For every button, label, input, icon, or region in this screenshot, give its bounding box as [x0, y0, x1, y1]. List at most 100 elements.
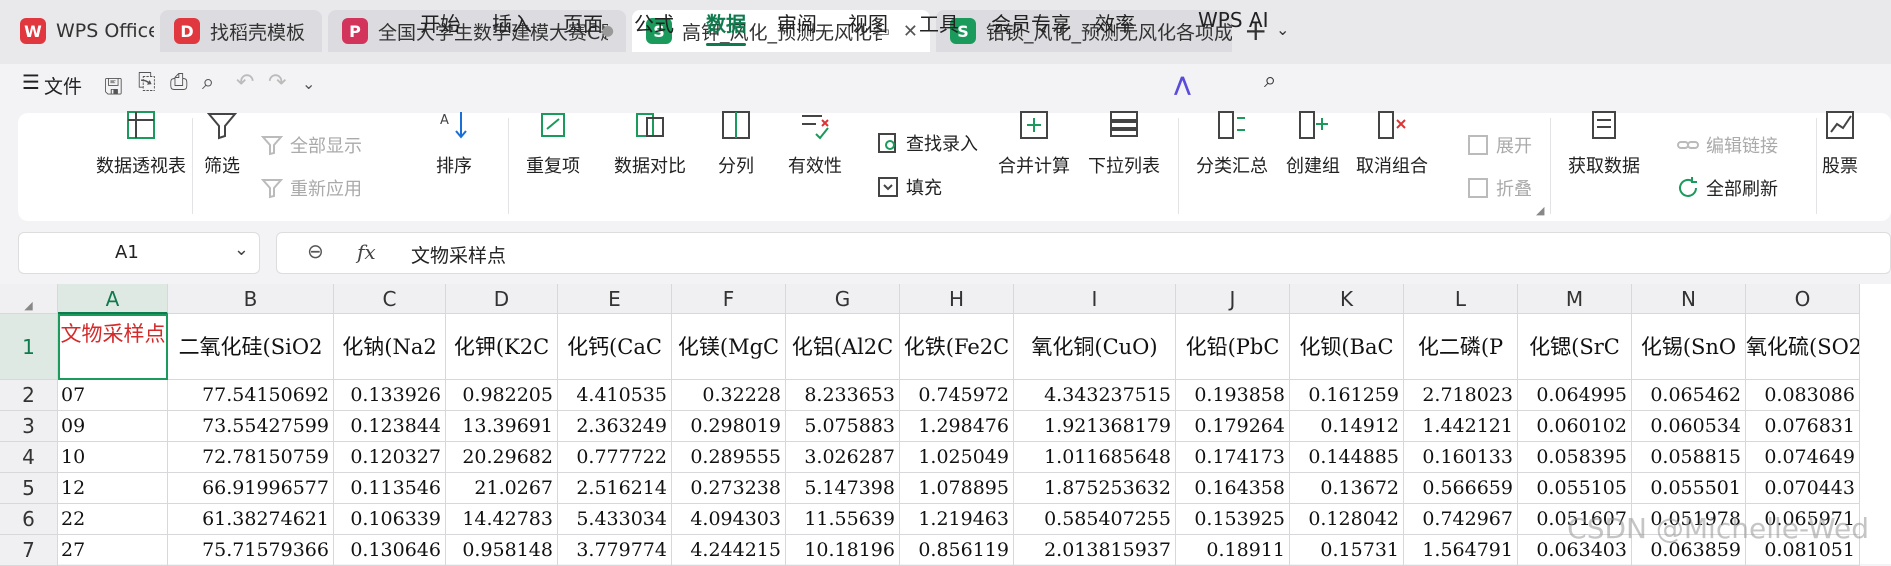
chevron-down-icon[interactable]: ⌄: [234, 239, 249, 260]
column-header-i[interactable]: I: [1014, 284, 1176, 314]
table-cell[interactable]: 2.013815937: [1014, 535, 1176, 566]
table-cell[interactable]: 72.78150759: [168, 442, 334, 473]
table-cell[interactable]: 0.064995: [1518, 380, 1632, 411]
table-cell[interactable]: 0.32228: [672, 380, 786, 411]
table-cell[interactable]: 0.055501: [1632, 473, 1746, 504]
ribbon-expand-corner-icon[interactable]: ◢: [1536, 204, 1544, 217]
table-cell[interactable]: 0.123844: [334, 411, 446, 442]
subtotal-button[interactable]: 分类汇总: [1196, 108, 1268, 178]
column-header-e[interactable]: E: [558, 284, 672, 314]
table-cell[interactable]: 0.161259: [1290, 380, 1404, 411]
table-cell[interactable]: 0.133926: [334, 380, 446, 411]
fx-icon[interactable]: fx: [357, 240, 376, 264]
table-cell[interactable]: 5.433034: [558, 504, 672, 535]
column-header-n[interactable]: N: [1632, 284, 1746, 314]
table-cell[interactable]: 0.074649: [1746, 442, 1860, 473]
header-cell[interactable]: 化锶(SrC: [1518, 314, 1632, 380]
header-cell[interactable]: 化钙(CaC: [558, 314, 672, 380]
lookup-entry-button[interactable]: 查找录入: [876, 130, 978, 156]
row-header-1[interactable]: 1: [0, 314, 58, 380]
close-tab-icon[interactable]: ✕: [903, 21, 918, 42]
table-cell[interactable]: 0.745972: [900, 380, 1014, 411]
table-cell[interactable]: 1.078895: [900, 473, 1014, 504]
table-cell[interactable]: 11.55639: [786, 504, 900, 535]
name-box[interactable]: A1 ⌄: [18, 232, 260, 274]
table-cell[interactable]: 2.516214: [558, 473, 672, 504]
refresh-all-button[interactable]: 全部刷新: [1676, 175, 1778, 201]
table-cell[interactable]: 0.289555: [672, 442, 786, 473]
column-header-g[interactable]: G: [786, 284, 900, 314]
search-icon[interactable]: ⌕: [1264, 68, 1276, 93]
get-data-button[interactable]: 获取数据: [1568, 108, 1640, 178]
table-cell[interactable]: 1.298476: [900, 411, 1014, 442]
formula-input[interactable]: ⊖ fx 文物采样点: [276, 232, 1891, 274]
table-cell[interactable]: 0.130646: [334, 535, 446, 566]
expand-button[interactable]: 展开: [1466, 132, 1532, 158]
table-cell[interactable]: 10.18196: [786, 535, 900, 566]
table-cell[interactable]: 0.193858: [1176, 380, 1290, 411]
menu-start[interactable]: 开始: [420, 8, 460, 37]
header-cell[interactable]: 二氧化硅(SiO2: [168, 314, 334, 380]
row-header-7[interactable]: 7: [0, 535, 58, 566]
table-cell[interactable]: 10: [58, 442, 168, 473]
print-preview-icon[interactable]: ⌕: [202, 70, 214, 95]
zoom-search-icon[interactable]: ⊖: [307, 239, 324, 263]
table-cell[interactable]: 0.058815: [1632, 442, 1746, 473]
save-icon[interactable]: 🖫: [104, 70, 123, 108]
table-cell[interactable]: 1.875253632: [1014, 473, 1176, 504]
menu-member[interactable]: 会员专享: [991, 8, 1071, 37]
column-header-d[interactable]: D: [446, 284, 558, 314]
more-chevron-icon[interactable]: ⌄: [302, 74, 315, 93]
table-cell[interactable]: 0.144885: [1290, 442, 1404, 473]
row-header-6[interactable]: 6: [0, 504, 58, 535]
tab-second-sheet[interactable]: S 铅钡_风化_预测无风化各项成分CLR逆: [936, 10, 1232, 52]
table-cell[interactable]: 13.39691: [446, 411, 558, 442]
header-cell[interactable]: 化钡(BaC: [1290, 314, 1404, 380]
dropdown-list-button[interactable]: 下拉列表: [1088, 108, 1160, 178]
table-cell[interactable]: 5.147398: [786, 473, 900, 504]
column-header-b[interactable]: B: [168, 284, 334, 314]
table-cell[interactable]: 4.410535: [558, 380, 672, 411]
table-cell[interactable]: 0.058395: [1518, 442, 1632, 473]
menu-wps-ai[interactable]: WPS AI: [1198, 8, 1268, 32]
table-cell[interactable]: 1.011685648: [1014, 442, 1176, 473]
table-cell[interactable]: 0.856119: [900, 535, 1014, 566]
header-cell[interactable]: 化镁(MgC: [672, 314, 786, 380]
row-header-5[interactable]: 5: [0, 473, 58, 504]
header-cell[interactable]: 化钠(Na2: [334, 314, 446, 380]
table-cell[interactable]: 0.153925: [1176, 504, 1290, 535]
table-cell[interactable]: 0.15731: [1290, 535, 1404, 566]
table-cell[interactable]: 0.055105: [1518, 473, 1632, 504]
table-cell[interactable]: 0.14912: [1290, 411, 1404, 442]
table-cell[interactable]: 1.025049: [900, 442, 1014, 473]
table-cell[interactable]: 2.363249: [558, 411, 672, 442]
table-cell[interactable]: 12: [58, 473, 168, 504]
table-cell[interactable]: 0.070443: [1746, 473, 1860, 504]
table-cell[interactable]: 77.54150692: [168, 380, 334, 411]
print-icon[interactable]: ⎙: [170, 70, 188, 95]
undo-icon[interactable]: ↶: [236, 70, 254, 95]
header-cell[interactable]: 化钾(K2C: [446, 314, 558, 380]
collapse-button[interactable]: 折叠: [1466, 175, 1532, 201]
cell-a1-selected[interactable]: 文物采样点: [58, 314, 168, 380]
column-header-f[interactable]: F: [672, 284, 786, 314]
table-cell[interactable]: 8.233653: [786, 380, 900, 411]
duplicates-button[interactable]: 重复项: [526, 108, 580, 178]
table-cell[interactable]: 75.71579366: [168, 535, 334, 566]
edit-links-button[interactable]: 编辑链接: [1676, 132, 1778, 158]
header-cell[interactable]: 氧化硫(SO2): [1746, 314, 1860, 380]
column-header-c[interactable]: C: [334, 284, 446, 314]
table-cell[interactable]: 0.083086: [1746, 380, 1860, 411]
table-cell[interactable]: 0.777722: [558, 442, 672, 473]
menu-tools[interactable]: 工具: [919, 8, 959, 37]
table-cell[interactable]: 4.343237515: [1014, 380, 1176, 411]
table-cell[interactable]: 09: [58, 411, 168, 442]
cloud-icon[interactable]: ⎘: [138, 70, 156, 95]
sort-button[interactable]: A 排序: [436, 108, 472, 178]
create-group-button[interactable]: 创建组: [1286, 108, 1340, 178]
redo-icon[interactable]: ↷: [268, 70, 286, 95]
table-cell[interactable]: 1.921368179: [1014, 411, 1176, 442]
table-cell[interactable]: 61.38274621: [168, 504, 334, 535]
consolidate-button[interactable]: 合并计算: [998, 108, 1070, 178]
table-cell[interactable]: 0.958148: [446, 535, 558, 566]
